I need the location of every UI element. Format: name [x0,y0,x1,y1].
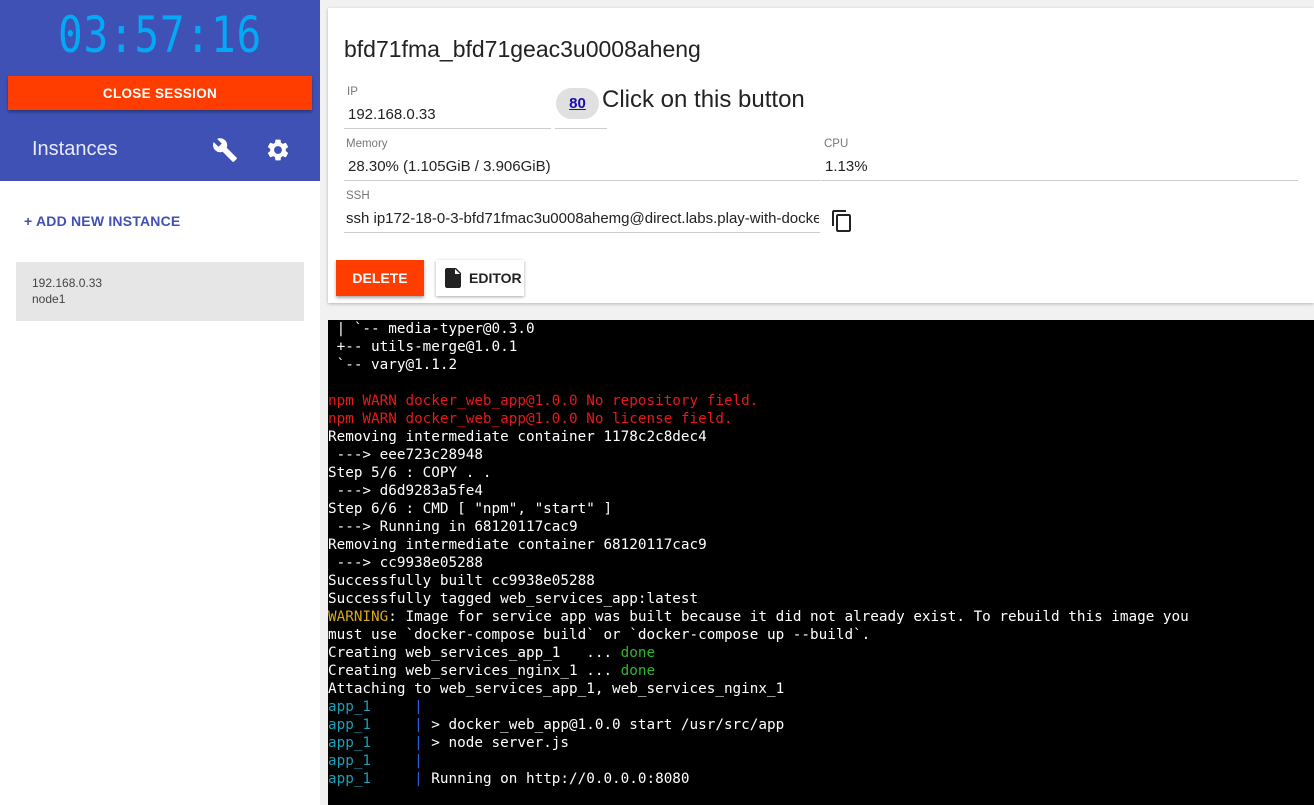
terminal-line: Removing intermediate container 68120117… [328,536,1314,554]
add-new-instance-button[interactable]: + ADD NEW INSTANCE [24,213,180,229]
terminal-line: ---> d6d9283a5fe4 [328,482,1314,500]
terminal-line: ---> cc9938e05288 [328,554,1314,572]
terminal-text: `-- vary@1.1.2 [328,357,458,373]
terminal-text: app_1 [328,699,406,715]
terminal-line: app_1 | > node server.js [328,734,1314,752]
close-session-button[interactable]: CLOSE SESSION [8,76,312,110]
memory-field: 28.30% (1.105GiB / 3.906GiB) [348,158,551,175]
ip-label: IP [347,86,358,98]
terminal-text: Attaching to web_services_app_1, web_ser… [328,681,785,697]
terminal-line: Step 5/6 : COPY . . [328,464,1314,482]
terminal-line: Creating web_services_nginx_1 ... done [328,662,1314,680]
terminal-text: ---> d6d9283a5fe4 [328,483,483,499]
ip-field[interactable]: 192.168.0.33 [348,106,548,123]
terminal-text: > node server.js [422,735,570,751]
terminal-text: done [620,663,656,679]
terminal-text: Removing intermediate container 1178c2c8… [328,429,707,445]
terminal-line: must use `docker-compose build` or `dock… [328,626,1314,644]
cpu-field-underline [821,180,1298,181]
terminal-text: | [405,735,423,751]
terminal-line: npm WARN docker_web_app@1.0.0 No reposit… [328,392,1314,410]
terminal-text: Creating web_services_nginx_1 ... [328,663,621,679]
terminal-text: app_1 [328,735,406,751]
terminal-text: Successfully built cc9938e05288 [328,573,595,589]
terminal-text: Removing intermediate container 68120117… [328,537,707,553]
terminal-text: npm WARN docker_web_app@1.0.0 No license… [328,411,733,427]
terminal-line: | `-- media-typer@0.3.0 [328,320,1314,338]
terminal-text: ---> Running in 68120117cac9 [328,519,578,535]
terminal-line: npm WARN docker_web_app@1.0.0 No license… [328,410,1314,428]
file-icon [445,268,461,288]
ip-field-underline [344,128,551,129]
terminal-text: Running on http://0.0.0.0:8080 [422,771,690,787]
port-80-button[interactable]: 80 [556,88,599,119]
terminal-line: +-- utils-merge@1.0.1 [328,338,1314,356]
memory-field-underline [344,180,820,181]
gear-icon[interactable] [265,137,291,163]
terminal-text: | [405,699,423,715]
wrench-icon[interactable] [212,137,238,163]
instance-name: node1 [32,292,66,306]
terminal[interactable]: | `-- media-typer@0.3.0 +-- utils-merge@… [328,320,1314,805]
terminal-text: Successfully tagged web_services_app:lat… [328,591,699,607]
terminal-text: +-- utils-merge@1.0.1 [328,339,518,355]
port-underline [555,128,607,129]
delete-button[interactable]: DELETE [336,260,424,296]
terminal-text: ---> cc9938e05288 [328,555,483,571]
terminal-line: Successfully built cc9938e05288 [328,572,1314,590]
sidebar: 03:57:16 CLOSE SESSION Instances + ADD N… [0,0,320,805]
terminal-line: Removing intermediate container 1178c2c8… [328,428,1314,446]
terminal-text: app_1 [328,771,406,787]
editor-button[interactable]: EDITOR [436,260,524,296]
copy-icon[interactable] [830,209,854,233]
terminal-line: app_1 | Running on http://0.0.0.0:8080 [328,770,1314,788]
terminal-text: done [620,645,656,661]
terminal-text: : Image for service app was built becaus… [388,609,1189,625]
terminal-line: app_1 | > docker_web_app@1.0.0 start /us… [328,716,1314,734]
terminal-text: | [405,717,423,733]
instance-list-item[interactable]: 192.168.0.33 node1 [16,262,304,321]
terminal-text: | `-- media-typer@0.3.0 [328,321,535,337]
cpu-field: 1.13% [825,158,868,175]
terminal-line: ---> Running in 68120117cac9 [328,518,1314,536]
terminal-line: WARNING: Image for service app was built… [328,608,1314,626]
terminal-text: npm WARN docker_web_app@1.0.0 No reposit… [328,393,759,409]
editor-button-label: EDITOR [469,270,522,286]
terminal-line: ---> eee723c28948 [328,446,1314,464]
instances-title: Instances [32,138,118,160]
terminal-text: app_1 [328,753,406,769]
terminal-line: app_1 | [328,698,1314,716]
terminal-line: `-- vary@1.1.2 [328,356,1314,374]
terminal-text: ---> eee723c28948 [328,447,483,463]
instance-ip: 192.168.0.33 [32,276,103,290]
terminal-text: WARNING [328,609,389,625]
terminal-text: Creating web_services_app_1 ... [328,645,621,661]
ssh-field-underline [344,232,820,233]
session-timer: 03:57:16 [57,6,263,64]
ssh-field[interactable]: ssh ip172-18-0-3-bfd71fmac3u0008ahemg@di… [346,210,819,227]
terminal-text: Step 6/6 : CMD [ "npm", "start" ] [328,501,613,517]
ssh-label: SSH [346,190,370,202]
terminal-text: | [405,753,423,769]
sidebar-header: 03:57:16 CLOSE SESSION Instances [0,0,320,181]
terminal-text: app_1 [328,717,406,733]
terminal-line: app_1 | [328,752,1314,770]
instance-details-panel: bfd71fma_bfd71geac3u0008aheng IP 192.168… [328,8,1314,303]
terminal-line: Creating web_services_app_1 ... done [328,644,1314,662]
memory-label: Memory [346,138,388,150]
cpu-label: CPU [824,138,849,150]
hint-text: Click on this button [602,86,805,113]
terminal-text: | [405,771,423,787]
terminal-text: Step 5/6 : COPY . . [328,465,492,481]
terminal-line: Successfully tagged web_services_app:lat… [328,590,1314,608]
terminal-line: Step 6/6 : CMD [ "npm", "start" ] [328,500,1314,518]
terminal-line: Attaching to web_services_app_1, web_ser… [328,680,1314,698]
instance-title: bfd71fma_bfd71geac3u0008aheng [344,36,701,62]
terminal-text: > docker_web_app@1.0.0 start /usr/src/ap… [422,717,785,733]
terminal-text: must use `docker-compose build` or `dock… [328,627,871,643]
